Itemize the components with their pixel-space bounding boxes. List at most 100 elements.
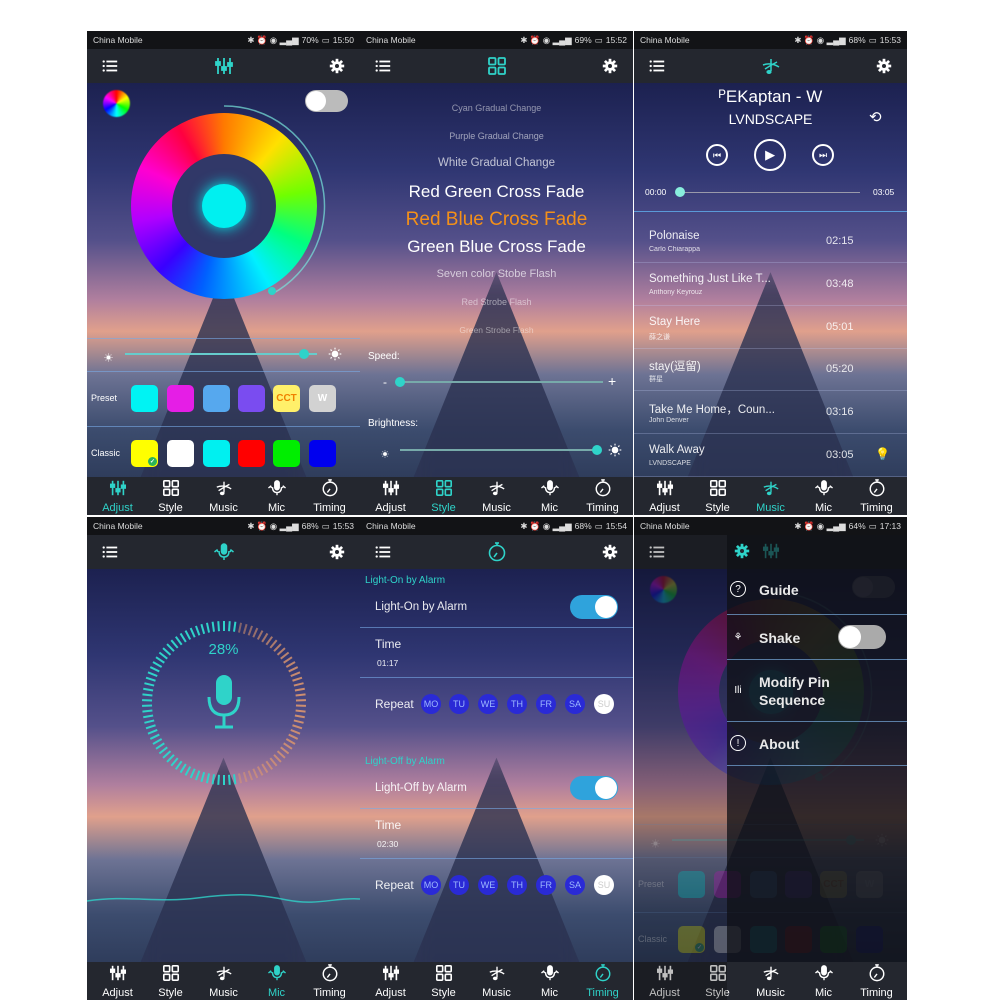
progress-thumb[interactable]: [675, 187, 685, 197]
style-mode-option[interactable]: Red Strobe Flash: [360, 297, 633, 307]
classic-swatch[interactable]: [273, 440, 300, 467]
repeat-day-mo[interactable]: MO: [421, 694, 441, 714]
tab-style[interactable]: Style: [146, 477, 196, 515]
style-mode-option[interactable]: Seven color Stobe Flash: [360, 268, 633, 280]
tab-adjust[interactable]: Adjust: [93, 962, 143, 1000]
info-icon: !: [730, 735, 746, 751]
repeat-day-th[interactable]: TH: [507, 875, 527, 895]
brightness-track[interactable]: [125, 353, 317, 355]
menu-button[interactable]: [648, 57, 666, 80]
timer-icon-header: [487, 542, 507, 562]
tab-music[interactable]: Music: [199, 477, 249, 515]
play-button[interactable]: ▶: [754, 139, 786, 171]
preset-swatch[interactable]: [203, 385, 230, 412]
speed-minus-button[interactable]: -: [383, 375, 387, 389]
tab-adjust[interactable]: Adjust: [93, 477, 143, 515]
previous-button[interactable]: ⏮: [706, 144, 728, 166]
style-mode-option[interactable]: White Gradual Change: [360, 157, 633, 169]
tab-music[interactable]: Music: [472, 962, 522, 1000]
classic-swatch[interactable]: [309, 440, 336, 467]
tab-adjust[interactable]: Adjust: [640, 477, 690, 515]
repeat-day-th[interactable]: TH: [507, 694, 527, 714]
level-tick: [247, 625, 253, 636]
tab-mic[interactable]: Mic: [252, 962, 302, 1000]
repeat-day-fr[interactable]: FR: [536, 694, 556, 714]
repeat-button[interactable]: ⟲: [869, 108, 882, 126]
tab-music[interactable]: Music: [746, 477, 796, 515]
settings-gear-button[interactable]: [876, 58, 892, 79]
repeat-day-we[interactable]: WE: [478, 875, 498, 895]
tab-timing[interactable]: Timing: [305, 477, 355, 515]
preset-swatch[interactable]: W: [309, 385, 336, 412]
divider: [360, 808, 633, 809]
menu-button[interactable]: [101, 543, 119, 566]
tab-mic[interactable]: Mic: [252, 477, 302, 515]
tab-adjust[interactable]: Adjust: [366, 962, 416, 1000]
progress-track[interactable]: [680, 192, 860, 193]
preset-swatch[interactable]: [167, 385, 194, 412]
light-on-toggle[interactable]: [570, 595, 618, 619]
tab-music[interactable]: Music: [746, 962, 796, 1000]
light-off-toggle[interactable]: [570, 776, 618, 800]
shake-toggle[interactable]: [838, 625, 886, 649]
brightness-slider-thumb[interactable]: [592, 445, 602, 455]
brightness-slider-thumb[interactable]: [298, 349, 309, 359]
next-button[interactable]: ⏭: [812, 144, 834, 166]
tab-timing[interactable]: Timing: [305, 962, 355, 1000]
tab-style[interactable]: Style: [693, 477, 743, 515]
repeat-day-fr[interactable]: FR: [536, 875, 556, 895]
tab-style[interactable]: Style: [419, 962, 469, 1000]
repeat-day-sa[interactable]: SA: [565, 694, 585, 714]
repeat-day-su[interactable]: SU: [594, 875, 614, 895]
menu-button[interactable]: [374, 57, 392, 80]
style-mode-option[interactable]: Red Green Cross Fade: [360, 182, 633, 202]
speed-slider-thumb[interactable]: [395, 377, 405, 387]
tab-mic[interactable]: Mic: [525, 477, 575, 515]
tab-timing[interactable]: Timing: [852, 477, 902, 515]
tab-music[interactable]: Music: [199, 962, 249, 1000]
track-row[interactable]: stay(逗留) 群星 05:20: [634, 349, 907, 392]
menu-button[interactable]: [374, 543, 392, 566]
track-row[interactable]: Stay Here 薛之谦 05:01: [634, 307, 907, 349]
speed-plus-button[interactable]: +: [608, 373, 616, 389]
repeat-day-sa[interactable]: SA: [565, 875, 585, 895]
style-mode-option[interactable]: Green Blue Cross Fade: [360, 237, 633, 257]
brightness-track[interactable]: [400, 449, 597, 451]
preset-swatch[interactable]: CCT: [273, 385, 300, 412]
tab-mic[interactable]: Mic: [799, 477, 849, 515]
settings-gear-button[interactable]: [602, 58, 618, 79]
tab-style[interactable]: Style: [146, 962, 196, 1000]
settings-gear-button[interactable]: [602, 544, 618, 565]
tab-timing[interactable]: Timing: [852, 962, 902, 1000]
track-row[interactable]: Walk Away LVNDSCAPE 03:05 💡: [634, 435, 907, 477]
style-mode-option[interactable]: Red Blue Cross Fade: [360, 209, 633, 231]
repeat-day-we[interactable]: WE: [478, 694, 498, 714]
preset-swatch[interactable]: [131, 385, 158, 412]
tab-style[interactable]: Style: [419, 477, 469, 515]
track-row[interactable]: Polonaise Carlo Chiarappa 02:15: [634, 221, 907, 263]
track-row[interactable]: Take Me Home，Coun... John Denver 03:16: [634, 392, 907, 435]
tab-timing[interactable]: Timing: [578, 962, 628, 1000]
tab-mic[interactable]: Mic: [799, 962, 849, 1000]
tab-adjust[interactable]: Adjust: [366, 477, 416, 515]
settings-gear-button[interactable]: [329, 544, 345, 565]
repeat-day-tu[interactable]: TU: [449, 875, 469, 895]
style-mode-option[interactable]: Cyan Gradual Change: [360, 103, 633, 113]
repeat-day-tu[interactable]: TU: [449, 694, 469, 714]
level-tick: [292, 676, 303, 682]
tab-timing[interactable]: Timing: [578, 477, 628, 515]
classic-swatch[interactable]: [203, 440, 230, 467]
repeat-day-mo[interactable]: MO: [421, 875, 441, 895]
speed-track[interactable]: [400, 381, 603, 383]
preset-swatch[interactable]: [238, 385, 265, 412]
tab-mic[interactable]: Mic: [525, 962, 575, 1000]
classic-swatch[interactable]: [238, 440, 265, 467]
wheel-arc-handle[interactable]: [268, 287, 276, 295]
repeat-day-su[interactable]: SU: [594, 694, 614, 714]
tab-music[interactable]: Music: [472, 477, 522, 515]
track-row[interactable]: Something Just Like T... Anthony Keyrouz 0…: [634, 264, 907, 306]
style-mode-option[interactable]: Green Strobe Flash: [360, 325, 633, 335]
style-mode-option[interactable]: Purple Gradual Change: [360, 131, 633, 141]
classic-swatch[interactable]: ✓: [131, 440, 158, 467]
classic-swatch[interactable]: [167, 440, 194, 467]
